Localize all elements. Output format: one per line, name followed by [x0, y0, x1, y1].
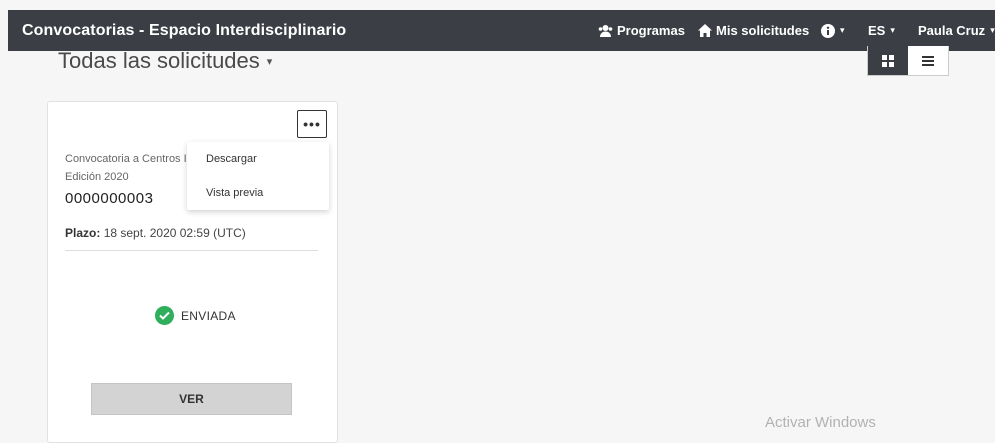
- grid-view-button[interactable]: [868, 46, 908, 75]
- chevron-down-icon: ▾: [990, 25, 995, 35]
- language-dropdown[interactable]: ES ▾: [868, 10, 895, 51]
- more-options-button[interactable]: •••: [297, 110, 327, 138]
- home-icon: [698, 24, 712, 37]
- divider: [65, 250, 318, 251]
- chevron-down-icon: ▾: [266, 55, 273, 68]
- info-dropdown[interactable]: ▾: [821, 10, 845, 51]
- nav-programs-label: Programas: [617, 23, 685, 38]
- application-card: ••• Descargar Vista previa Convocatoria …: [47, 101, 338, 443]
- nav-programs[interactable]: Programas: [598, 10, 685, 51]
- deadline-label: Plazo:: [65, 226, 101, 240]
- app-title[interactable]: Convocatorias - Espacio Interdisciplinar…: [22, 10, 346, 51]
- nav-my-requests[interactable]: Mis solicitudes: [698, 10, 809, 51]
- filter-dropdown[interactable]: Todas las solicitudes ▾: [58, 48, 272, 74]
- grid-icon: [882, 54, 894, 67]
- user-group-icon: [598, 24, 613, 38]
- user-name: Paula Cruz: [918, 23, 986, 38]
- page-title: Todas las solicitudes: [58, 48, 260, 73]
- list-view-button[interactable]: [908, 46, 948, 75]
- windows-activation-watermark: Activar Windows: [765, 414, 876, 431]
- check-circle-icon: [155, 306, 174, 325]
- deadline: Plazo: 18 sept. 2020 02:59 (UTC): [65, 226, 246, 240]
- chevron-down-icon: ▾: [890, 25, 895, 35]
- info-icon: [821, 23, 835, 38]
- status-label: ENVIADA: [181, 308, 236, 323]
- menu-item-download[interactable]: Descargar: [206, 153, 257, 165]
- edition-label: Edición 2020: [65, 171, 129, 183]
- view-button[interactable]: VER: [91, 383, 292, 415]
- application-number: 0000000003: [65, 190, 154, 207]
- menu-item-preview[interactable]: Vista previa: [206, 187, 263, 199]
- deadline-value: 18 sept. 2020 02:59 (UTC): [103, 226, 246, 240]
- top-navbar: Convocatorias - Espacio Interdisciplinar…: [8, 10, 995, 51]
- user-menu[interactable]: Paula Cruz ▾: [918, 10, 995, 51]
- nav-my-requests-label: Mis solicitudes: [716, 23, 810, 38]
- call-name: Convocatoria a Centros I: [65, 153, 187, 165]
- chevron-down-icon: ▾: [840, 25, 845, 35]
- language-label: ES: [868, 23, 886, 38]
- list-icon: [922, 55, 934, 66]
- options-menu: Descargar Vista previa: [187, 142, 329, 210]
- status-badge: ENVIADA: [155, 306, 236, 325]
- view-toggle: [867, 46, 949, 76]
